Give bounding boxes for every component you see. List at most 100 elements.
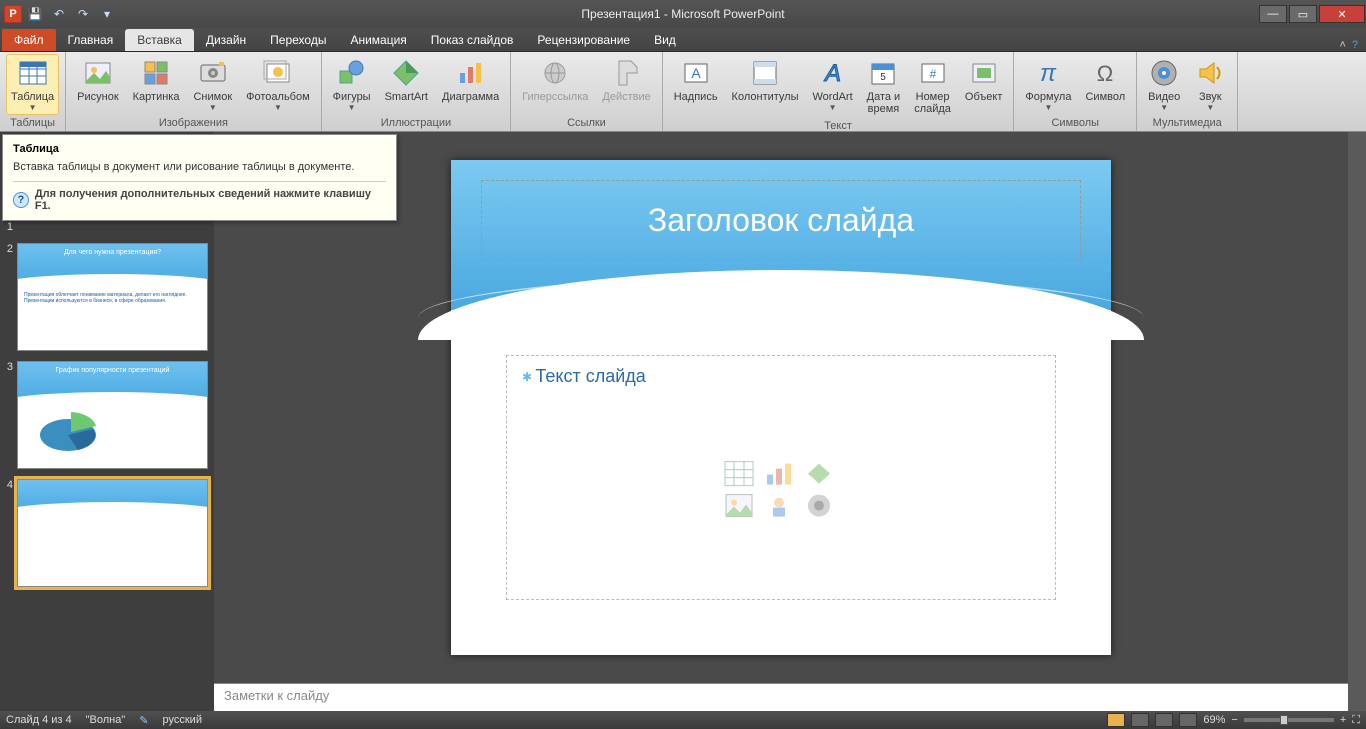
notes-pane[interactable]: Заметки к слайду [214,683,1348,711]
group-tables: Таблица▼ Таблицы [0,52,66,131]
redo-button[interactable]: ↷ [72,3,94,25]
group-text: AНадпись Колонтитулы AWordArt▼ 5Дата и в… [663,52,1015,131]
insert-table-icon[interactable] [724,460,754,486]
headerfooter-icon [749,57,781,89]
group-images: Рисунок Картинка Снимок▼ Фотоальбом▼ Изо… [66,52,322,131]
action-button: Действие [597,54,655,106]
title-bar: P 💾 ↶ ↷ ▾ Презентация1 - Microsoft Power… [0,0,1366,28]
tab-review[interactable]: Рецензирование [525,29,642,51]
zoom-in-button[interactable]: + [1340,714,1346,726]
hyperlink-button: Гиперссылка [517,54,593,106]
hyperlink-icon [539,57,571,89]
close-button[interactable]: ✕ [1319,5,1365,23]
clipart-button[interactable]: Картинка [128,54,185,106]
tab-insert[interactable]: Вставка [125,29,194,51]
group-links: Гиперссылка Действие Ссылки [511,52,663,131]
photoalbum-button[interactable]: Фотоальбом▼ [241,54,315,115]
svg-text:Ω: Ω [1097,61,1113,86]
audio-button[interactable]: Звук▼ [1189,54,1231,115]
object-button[interactable]: Объект [960,54,1007,106]
slideshow-view-button[interactable] [1179,713,1197,727]
sorter-view-button[interactable] [1131,713,1149,727]
language-indicator[interactable]: русский [163,714,202,726]
qat-customize-icon[interactable]: ▾ [96,3,118,25]
body-text: Текст слайда [522,366,1040,387]
insert-chart-icon[interactable] [764,460,794,486]
insert-smartart-icon[interactable] [804,460,834,486]
insert-media-icon[interactable] [804,492,834,518]
group-label: Изображения [72,115,315,131]
screenshot-button[interactable]: Снимок▼ [188,54,237,115]
save-button[interactable]: 💾 [24,3,46,25]
zoom-out-button[interactable]: − [1231,714,1237,726]
spellcheck-icon[interactable]: ✎ [139,714,148,727]
ribbon-minimize-icon[interactable]: ˄ [1339,39,1345,51]
title-placeholder[interactable]: Заголовок слайда [481,180,1081,260]
svg-text:5: 5 [881,72,887,83]
minimize-button[interactable]: — [1259,5,1287,23]
shapes-button[interactable]: Фигуры▼ [328,54,376,115]
quick-access-toolbar: P 💾 ↶ ↷ ▾ [0,3,122,25]
wordart-button[interactable]: AWordArt▼ [808,54,858,115]
group-media: Видео▼ Звук▼ Мультимедиа [1137,52,1238,131]
tab-transitions[interactable]: Переходы [258,29,338,51]
app-icon[interactable]: P [4,5,22,23]
equation-button[interactable]: πФормула▼ [1020,54,1076,115]
tooltip-body: Вставка таблицы в документ или рисование… [13,161,386,173]
smartart-button[interactable]: SmartArt [380,54,433,106]
screenshot-icon [197,57,229,89]
tab-design[interactable]: Дизайн [194,29,258,51]
video-button[interactable]: Видео▼ [1143,54,1185,115]
group-label: Ссылки [517,115,656,131]
reading-view-button[interactable] [1155,713,1173,727]
tab-slideshow[interactable]: Показ слайдов [419,29,526,51]
tab-animations[interactable]: Анимация [338,29,418,51]
chart-button[interactable]: Диаграмма [437,54,504,106]
thumbnail-row[interactable]: 2 Для чего нужна презентация? Презентаци… [3,243,208,351]
symbol-icon: Ω [1089,57,1121,89]
thumbnail-2[interactable]: Для чего нужна презентация? Презентация … [17,243,208,351]
action-icon [611,57,643,89]
textbox-button[interactable]: AНадпись [669,54,723,106]
chart-icon [455,57,487,89]
tooltip-title: Таблица [13,143,386,155]
group-label: Символы [1020,115,1130,131]
content-placeholder[interactable]: Текст слайда [506,355,1056,600]
group-symbols: πФормула▼ ΩСимвол Символы [1014,52,1137,131]
normal-view-button[interactable] [1107,713,1125,727]
table-button[interactable]: Таблица▼ [6,54,59,115]
insert-clipart-icon[interactable] [764,492,794,518]
svg-text:π: π [1040,60,1057,87]
tab-home[interactable]: Главная [56,29,126,51]
datetime-button[interactable]: 5Дата и время [862,54,906,118]
smartart-icon [390,57,422,89]
thumbnail-row[interactable]: 4 [3,479,208,587]
tab-file[interactable]: Файл [2,29,56,51]
thumbnail-row[interactable]: 3 График популярности презентаций [3,361,208,469]
headerfooter-button[interactable]: Колонтитулы [727,54,804,106]
slide[interactable]: Заголовок слайда Текст слайда [451,160,1111,655]
help-icon[interactable]: ? [1352,39,1358,51]
svg-text:#: # [929,67,936,81]
thumbnail-3[interactable]: График популярности презентаций [17,361,208,469]
symbol-button[interactable]: ΩСимвол [1080,54,1130,106]
zoom-slider[interactable] [1244,718,1334,722]
thumbnail-row[interactable]: 1 Разработка презентаций [3,221,208,233]
textbox-icon: A [680,57,712,89]
insert-picture-icon[interactable] [724,492,754,518]
table-icon [17,57,49,89]
status-bar: Слайд 4 из 4 "Волна" ✎ русский 69% − + ⛶ [0,711,1366,729]
fit-window-button[interactable]: ⛶ [1352,714,1360,727]
tooltip: Таблица Вставка таблицы в документ или р… [2,134,397,221]
tab-view[interactable]: Вид [642,29,688,51]
slidenumber-button[interactable]: #Номер слайда [909,54,956,118]
undo-button[interactable]: ↶ [48,3,70,25]
maximize-button[interactable]: ▭ [1289,5,1317,23]
picture-button[interactable]: Рисунок [72,54,124,106]
vertical-scrollbar[interactable] [1348,132,1366,711]
thumbnail-4[interactable] [17,479,208,587]
ribbon: Таблица▼ Таблицы Рисунок Картинка Снимок… [0,52,1366,132]
clipart-icon [140,57,172,89]
group-label: Иллюстрации [328,115,505,131]
zoom-level[interactable]: 69% [1203,714,1225,726]
